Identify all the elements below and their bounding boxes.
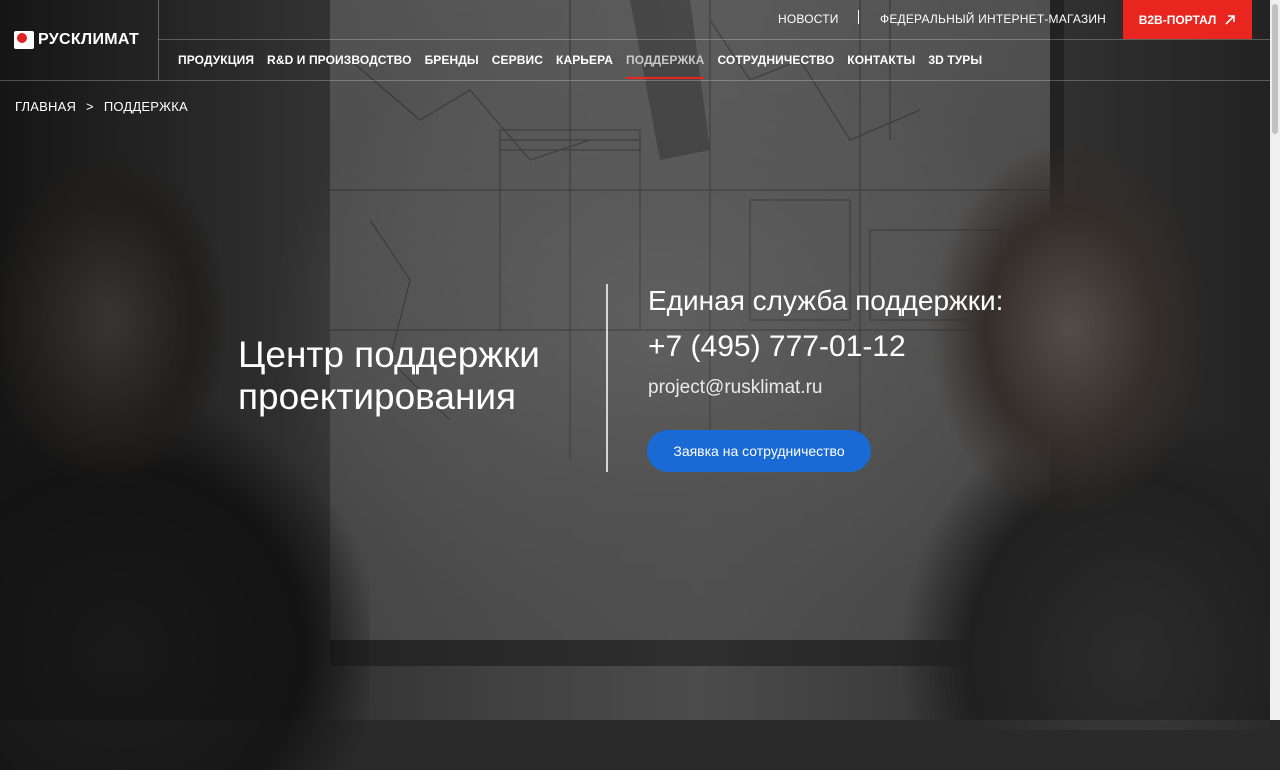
main-nav: ПРОДУКЦИЯ R&D И ПРОИЗВОДСТВО БРЕНДЫ СЕРВ… (178, 53, 982, 79)
hero-background-image (0, 0, 1270, 770)
nav-item-service[interactable]: СЕРВИС (492, 53, 543, 79)
logo-icon (14, 31, 34, 49)
hero-divider (606, 284, 608, 472)
page-title-line1: Центр поддержки (238, 334, 540, 375)
nav-item-3d-tours[interactable]: 3D ТУРЫ (928, 53, 982, 79)
nav-item-contacts[interactable]: КОНТАКТЫ (847, 53, 915, 79)
support-title: Единая служба поддержки: (648, 285, 1004, 316)
news-link[interactable]: НОВОСТИ (778, 12, 839, 26)
online-store-link[interactable]: ФЕДЕРАЛЬНЫЙ ИНТЕРНЕТ-МАГАЗИН (880, 12, 1106, 26)
support-email-link[interactable]: project@rusklimat.ru (648, 377, 823, 399)
hero-overlay (0, 0, 1270, 720)
external-arrow-icon (1225, 14, 1236, 25)
nav-item-support[interactable]: ПОДДЕРЖКА (625, 53, 705, 79)
nav-item-cooperation[interactable]: СОТРУДНИЧЕСТВО (717, 53, 834, 79)
breadcrumb-current: ПОДДЕРЖКА (103, 99, 188, 114)
page-title-line2: проектирования (238, 376, 517, 417)
topbar-separator (858, 10, 859, 24)
nav-item-rnd[interactable]: R&D И ПРОИЗВОДСТВО (267, 53, 412, 79)
b2b-portal-label: B2B-ПОРТАЛ (1138, 12, 1217, 27)
nav-item-career[interactable]: КАРЬЕРА (556, 53, 613, 79)
scrollbar-thumb[interactable] (1272, 4, 1278, 134)
support-phone-link[interactable]: +7 (495) 777-01-12 (648, 330, 906, 364)
page-scrollbar[interactable] (1270, 0, 1280, 720)
nav-item-brands[interactable]: БРЕНДЫ (425, 53, 479, 79)
breadcrumb-home[interactable]: ГЛАВНАЯ (15, 99, 76, 114)
breadcrumb: ГЛАВНАЯ > ПОДДЕРЖКА (15, 99, 188, 114)
cooperation-request-button[interactable]: Заявка на сотрудничество (647, 430, 871, 472)
nav-divider (158, 39, 1270, 40)
breadcrumb-separator: > (86, 99, 94, 114)
nav-item-products[interactable]: ПРОДУКЦИЯ (178, 53, 254, 79)
site-header: РУСКЛИМАТ НОВОСТИ ФЕДЕРАЛЬНЫЙ ИНТЕРНЕТ-М… (0, 0, 1270, 81)
page-title: Центр поддержки проектирования (238, 334, 598, 418)
b2b-portal-button[interactable]: B2B-ПОРТАЛ (1123, 0, 1252, 39)
logo-text: РУСКЛИМАТ (38, 31, 140, 48)
logo[interactable]: РУСКЛИМАТ (0, 0, 159, 80)
